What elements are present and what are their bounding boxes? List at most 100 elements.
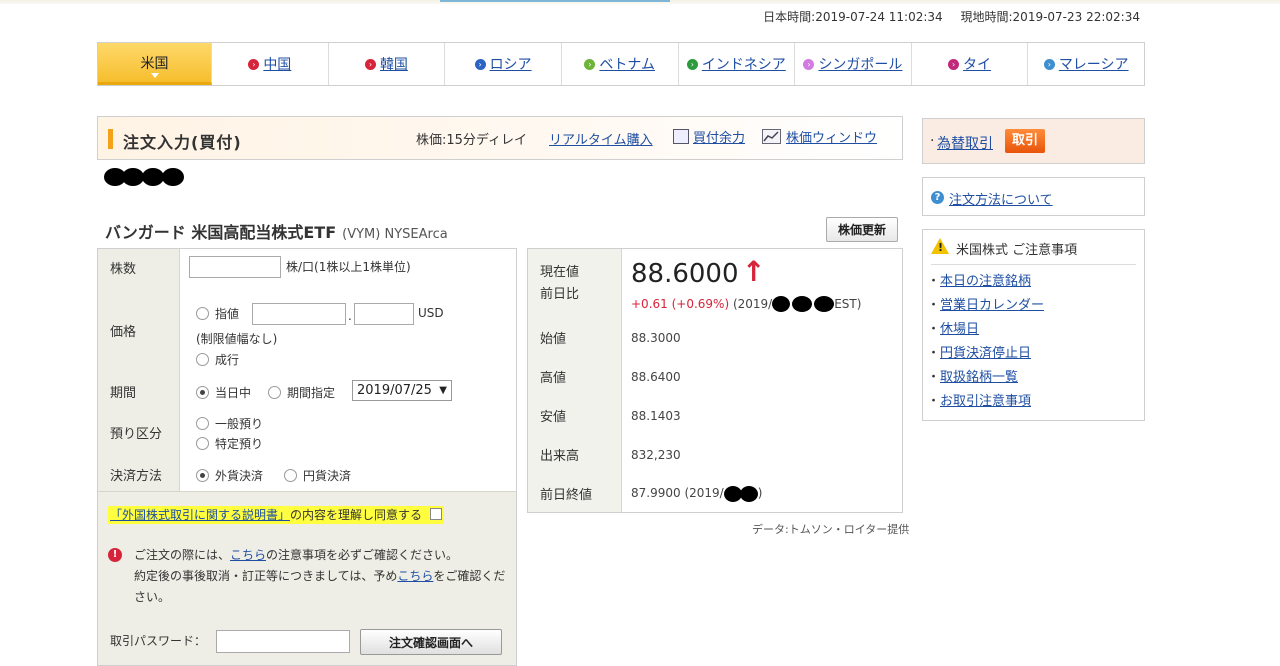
change-timestamp: (2019/ bbox=[729, 297, 773, 311]
general-option[interactable]: 一般預り bbox=[196, 415, 263, 432]
quantity-unit: 株/口(1株以上1株単位) bbox=[286, 260, 411, 274]
time-display: 日本時間:2019-07-24 11:02:34 現地時間:2019-07-23… bbox=[749, 8, 1140, 25]
limit-radio[interactable] bbox=[196, 307, 209, 320]
fx-settle-radio[interactable] bbox=[196, 469, 209, 482]
volume-value: 832,230 bbox=[622, 435, 902, 474]
today-option[interactable]: 当日中 bbox=[196, 384, 251, 401]
tab-link[interactable]: インドネシア bbox=[702, 54, 786, 74]
agreement-doc-link[interactable]: 「外国株式取引に関する説明書」 bbox=[110, 508, 290, 522]
tab-link[interactable]: マレーシア bbox=[1059, 54, 1129, 74]
limit-option[interactable]: 指値 bbox=[196, 305, 239, 322]
tab-malaysia[interactable]: › マレーシア bbox=[1028, 43, 1144, 85]
refresh-price-button[interactable]: 株価更新 bbox=[826, 217, 898, 242]
notice-text: 約定後の事後取消・訂正等につきましては、予め bbox=[134, 569, 398, 583]
tab-vietnam[interactable]: › ベトナム bbox=[562, 43, 679, 85]
tab-russia[interactable]: › ロシア bbox=[445, 43, 562, 85]
arrow-circle-icon: › bbox=[584, 58, 596, 70]
period-label: 期間 bbox=[98, 375, 180, 407]
caution-link-yen-stop[interactable]: 円貨決済停止日 bbox=[940, 346, 1031, 361]
open-row: 始値 88.3000 bbox=[528, 318, 902, 358]
data-provider: データ:トムソン・ロイター提供 bbox=[752, 523, 910, 536]
high-label: 高値 bbox=[528, 357, 622, 396]
market-option[interactable]: 成行 bbox=[196, 351, 239, 368]
tab-singapore[interactable]: › シンガポール bbox=[795, 43, 912, 85]
caution-links: 本日の注意銘柄 営業日カレンダー 休場日 円貨決済停止日 取扱銘柄一覧 お取引注… bbox=[931, 272, 1044, 416]
today-radio[interactable] bbox=[196, 386, 209, 399]
high-row: 高値 88.6400 bbox=[528, 357, 902, 397]
order-notice: ! ご注文の際には、こちらの注意事項を必ずご確認ください。 約定後の事後取消・訂… bbox=[108, 545, 508, 608]
fx-settle-text: 外貨決済 bbox=[215, 469, 264, 483]
tab-link[interactable]: ロシア bbox=[490, 54, 532, 74]
tab-us[interactable]: 米国 bbox=[98, 43, 212, 85]
arrow-circle-icon: › bbox=[803, 58, 815, 70]
up-arrow-icon: ↑ bbox=[742, 255, 766, 288]
low-row: 安値 88.1403 bbox=[528, 396, 902, 436]
tab-link[interactable]: 韓国 bbox=[380, 54, 408, 74]
caution-link-today-stocks[interactable]: 本日の注意銘柄 bbox=[940, 274, 1031, 289]
howto-link[interactable]: 注文方法について bbox=[949, 189, 1053, 208]
redacted-date bbox=[723, 486, 758, 502]
period-specify-radio[interactable] bbox=[268, 386, 281, 399]
limit-price-int-input[interactable] bbox=[252, 303, 346, 325]
tab-china[interactable]: › 中国 bbox=[212, 43, 329, 85]
caution-link-holidays[interactable]: 休場日 bbox=[940, 322, 979, 337]
caution-title: 米国株式 ご注意事項 bbox=[956, 243, 1078, 258]
limit-price-dec-input[interactable] bbox=[354, 303, 414, 325]
help-icon: ? bbox=[931, 191, 944, 204]
fx-settle-option[interactable]: 外貨決済 bbox=[196, 467, 263, 484]
notice-text: の注意事項を必ずご確認ください。 bbox=[266, 548, 459, 562]
caution-link-calendar[interactable]: 営業日カレンダー bbox=[940, 298, 1044, 313]
date-select[interactable]: 2019/07/25 ▼ bbox=[352, 380, 452, 401]
tab-link[interactable]: シンガポール bbox=[818, 54, 902, 74]
limit-text: 指値 bbox=[215, 307, 240, 321]
specific-radio[interactable] bbox=[196, 437, 209, 450]
notice-link-2[interactable]: こちら bbox=[397, 569, 433, 583]
notice-text: ご注文の際には、 bbox=[134, 548, 231, 562]
password-input[interactable] bbox=[216, 630, 350, 653]
price-window-link[interactable]: 株価ウィンドウ bbox=[786, 131, 877, 146]
caution-link-trade-notes[interactable]: お取引注意事項 bbox=[940, 394, 1031, 409]
tab-link[interactable]: タイ bbox=[963, 54, 991, 74]
date-value: 2019/07/25 bbox=[357, 383, 432, 398]
tab-thailand[interactable]: › タイ bbox=[912, 43, 1029, 85]
order-confirm-button[interactable]: 注文確認画面へ bbox=[360, 629, 502, 655]
fx-trade-button[interactable]: 取引 bbox=[1005, 129, 1045, 153]
agreement-checkbox[interactable] bbox=[430, 508, 443, 520]
list-item: 休場日 bbox=[931, 320, 1044, 344]
price-window-link-wrap[interactable]: 株価ウィンドウ bbox=[762, 127, 877, 146]
open-value: 88.3000 bbox=[622, 318, 902, 357]
tab-link[interactable]: ベトナム bbox=[599, 54, 655, 74]
buying-power-link[interactable]: 買付余力 bbox=[693, 131, 745, 146]
period-specify-text: 期間指定 bbox=[287, 386, 336, 400]
notice-link-1[interactable]: こちら bbox=[230, 548, 266, 562]
yen-settle-text: 円貨決済 bbox=[303, 469, 352, 483]
delay-notice: 株価:15分ディレイ bbox=[416, 133, 528, 148]
list-item: お取引注意事項 bbox=[931, 392, 1044, 416]
buying-power-link-wrap[interactable]: 買付余力 bbox=[673, 127, 745, 146]
tab-label: 米国 bbox=[140, 55, 169, 72]
current-price-label: 現在値 bbox=[540, 264, 580, 280]
yen-settle-option[interactable]: 円貨決済 bbox=[284, 467, 351, 484]
realtime-buy-link[interactable]: リアルタイム購入 bbox=[549, 129, 653, 148]
custody-label: 預り区分 bbox=[98, 407, 180, 457]
security-code: (VYM) NYSEArca bbox=[342, 227, 448, 242]
fx-link[interactable]: 為替取引 bbox=[937, 133, 993, 153]
quantity-label: 株数 bbox=[98, 249, 180, 285]
prev-close-label: 前日終値 bbox=[528, 474, 622, 512]
arrow-circle-icon: › bbox=[364, 58, 376, 70]
general-radio[interactable] bbox=[196, 417, 209, 430]
calculator-icon bbox=[673, 129, 689, 144]
list-item: 円貨決済停止日 bbox=[931, 344, 1044, 368]
specific-option[interactable]: 特定預り bbox=[196, 435, 263, 452]
tab-korea[interactable]: › 韓国 bbox=[329, 43, 446, 85]
prev-close-row: 前日終値 87.9900 (2019/) bbox=[528, 474, 902, 512]
tab-indonesia[interactable]: › インドネシア bbox=[679, 43, 796, 85]
currency-label: USD bbox=[418, 306, 444, 320]
caution-link-listings[interactable]: 取扱銘柄一覧 bbox=[940, 370, 1018, 385]
period-specify-option[interactable]: 期間指定 bbox=[268, 384, 335, 401]
yen-settle-radio[interactable] bbox=[284, 469, 297, 482]
tab-link[interactable]: 中国 bbox=[263, 54, 291, 74]
quantity-input[interactable] bbox=[189, 256, 281, 278]
market-radio[interactable] bbox=[196, 353, 209, 366]
agreement-line: 「外国株式取引に関する説明書」の内容を理解し同意する bbox=[108, 506, 445, 524]
